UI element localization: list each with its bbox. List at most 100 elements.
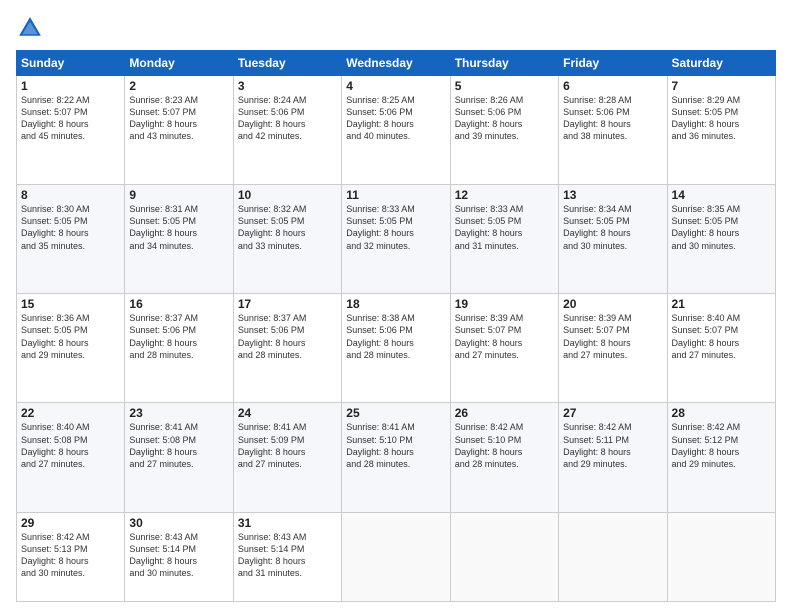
cell-details: Sunrise: 8:43 AMSunset: 5:14 PMDaylight:… xyxy=(129,531,228,580)
calendar-cell: 26Sunrise: 8:42 AMSunset: 5:10 PMDayligh… xyxy=(450,403,558,512)
day-number: 8 xyxy=(21,188,120,202)
calendar-cell: 22Sunrise: 8:40 AMSunset: 5:08 PMDayligh… xyxy=(17,403,125,512)
cell-details: Sunrise: 8:41 AMSunset: 5:09 PMDaylight:… xyxy=(238,421,337,470)
calendar-cell: 31Sunrise: 8:43 AMSunset: 5:14 PMDayligh… xyxy=(233,512,341,601)
col-header-saturday: Saturday xyxy=(667,51,775,76)
day-number: 26 xyxy=(455,406,554,420)
cell-details: Sunrise: 8:28 AMSunset: 5:06 PMDaylight:… xyxy=(563,94,662,143)
calendar-cell: 1Sunrise: 8:22 AMSunset: 5:07 PMDaylight… xyxy=(17,76,125,185)
day-number: 4 xyxy=(346,79,445,93)
cell-details: Sunrise: 8:23 AMSunset: 5:07 PMDaylight:… xyxy=(129,94,228,143)
calendar-table: SundayMondayTuesdayWednesdayThursdayFrid… xyxy=(16,50,776,602)
calendar-cell: 15Sunrise: 8:36 AMSunset: 5:05 PMDayligh… xyxy=(17,294,125,403)
cell-details: Sunrise: 8:40 AMSunset: 5:07 PMDaylight:… xyxy=(672,312,771,361)
calendar-cell: 27Sunrise: 8:42 AMSunset: 5:11 PMDayligh… xyxy=(559,403,667,512)
calendar-cell: 14Sunrise: 8:35 AMSunset: 5:05 PMDayligh… xyxy=(667,185,775,294)
day-number: 17 xyxy=(238,297,337,311)
cell-details: Sunrise: 8:32 AMSunset: 5:05 PMDaylight:… xyxy=(238,203,337,252)
day-number: 14 xyxy=(672,188,771,202)
cell-details: Sunrise: 8:38 AMSunset: 5:06 PMDaylight:… xyxy=(346,312,445,361)
day-number: 24 xyxy=(238,406,337,420)
day-number: 18 xyxy=(346,297,445,311)
cell-details: Sunrise: 8:36 AMSunset: 5:05 PMDaylight:… xyxy=(21,312,120,361)
cell-details: Sunrise: 8:25 AMSunset: 5:06 PMDaylight:… xyxy=(346,94,445,143)
calendar-cell: 18Sunrise: 8:38 AMSunset: 5:06 PMDayligh… xyxy=(342,294,450,403)
calendar-week-1: 1Sunrise: 8:22 AMSunset: 5:07 PMDaylight… xyxy=(17,76,776,185)
cell-details: Sunrise: 8:22 AMSunset: 5:07 PMDaylight:… xyxy=(21,94,120,143)
calendar-cell: 9Sunrise: 8:31 AMSunset: 5:05 PMDaylight… xyxy=(125,185,233,294)
calendar-cell: 24Sunrise: 8:41 AMSunset: 5:09 PMDayligh… xyxy=(233,403,341,512)
cell-details: Sunrise: 8:39 AMSunset: 5:07 PMDaylight:… xyxy=(563,312,662,361)
calendar-cell: 6Sunrise: 8:28 AMSunset: 5:06 PMDaylight… xyxy=(559,76,667,185)
calendar-cell: 7Sunrise: 8:29 AMSunset: 5:05 PMDaylight… xyxy=(667,76,775,185)
cell-details: Sunrise: 8:33 AMSunset: 5:05 PMDaylight:… xyxy=(455,203,554,252)
cell-details: Sunrise: 8:42 AMSunset: 5:12 PMDaylight:… xyxy=(672,421,771,470)
day-number: 29 xyxy=(21,516,120,530)
col-header-thursday: Thursday xyxy=(450,51,558,76)
cell-details: Sunrise: 8:42 AMSunset: 5:11 PMDaylight:… xyxy=(563,421,662,470)
day-number: 6 xyxy=(563,79,662,93)
calendar-cell: 21Sunrise: 8:40 AMSunset: 5:07 PMDayligh… xyxy=(667,294,775,403)
day-number: 21 xyxy=(672,297,771,311)
page: SundayMondayTuesdayWednesdayThursdayFrid… xyxy=(0,0,792,612)
calendar-cell: 10Sunrise: 8:32 AMSunset: 5:05 PMDayligh… xyxy=(233,185,341,294)
cell-details: Sunrise: 8:42 AMSunset: 5:10 PMDaylight:… xyxy=(455,421,554,470)
col-header-wednesday: Wednesday xyxy=(342,51,450,76)
calendar-cell: 12Sunrise: 8:33 AMSunset: 5:05 PMDayligh… xyxy=(450,185,558,294)
calendar-cell xyxy=(559,512,667,601)
calendar-cell xyxy=(667,512,775,601)
cell-details: Sunrise: 8:31 AMSunset: 5:05 PMDaylight:… xyxy=(129,203,228,252)
col-header-monday: Monday xyxy=(125,51,233,76)
header xyxy=(16,14,776,42)
day-number: 12 xyxy=(455,188,554,202)
calendar-cell: 8Sunrise: 8:30 AMSunset: 5:05 PMDaylight… xyxy=(17,185,125,294)
day-number: 9 xyxy=(129,188,228,202)
day-number: 15 xyxy=(21,297,120,311)
calendar-body: 1Sunrise: 8:22 AMSunset: 5:07 PMDaylight… xyxy=(17,76,776,602)
day-number: 7 xyxy=(672,79,771,93)
calendar-cell: 17Sunrise: 8:37 AMSunset: 5:06 PMDayligh… xyxy=(233,294,341,403)
cell-details: Sunrise: 8:26 AMSunset: 5:06 PMDaylight:… xyxy=(455,94,554,143)
cell-details: Sunrise: 8:34 AMSunset: 5:05 PMDaylight:… xyxy=(563,203,662,252)
calendar-cell xyxy=(450,512,558,601)
day-number: 22 xyxy=(21,406,120,420)
calendar-cell: 30Sunrise: 8:43 AMSunset: 5:14 PMDayligh… xyxy=(125,512,233,601)
day-number: 27 xyxy=(563,406,662,420)
day-number: 25 xyxy=(346,406,445,420)
calendar-week-5: 29Sunrise: 8:42 AMSunset: 5:13 PMDayligh… xyxy=(17,512,776,601)
cell-details: Sunrise: 8:35 AMSunset: 5:05 PMDaylight:… xyxy=(672,203,771,252)
calendar-week-2: 8Sunrise: 8:30 AMSunset: 5:05 PMDaylight… xyxy=(17,185,776,294)
day-number: 19 xyxy=(455,297,554,311)
day-number: 3 xyxy=(238,79,337,93)
calendar-header-row: SundayMondayTuesdayWednesdayThursdayFrid… xyxy=(17,51,776,76)
calendar-cell: 3Sunrise: 8:24 AMSunset: 5:06 PMDaylight… xyxy=(233,76,341,185)
calendar-cell: 2Sunrise: 8:23 AMSunset: 5:07 PMDaylight… xyxy=(125,76,233,185)
calendar-cell: 28Sunrise: 8:42 AMSunset: 5:12 PMDayligh… xyxy=(667,403,775,512)
cell-details: Sunrise: 8:41 AMSunset: 5:08 PMDaylight:… xyxy=(129,421,228,470)
day-number: 16 xyxy=(129,297,228,311)
day-number: 31 xyxy=(238,516,337,530)
calendar-cell: 11Sunrise: 8:33 AMSunset: 5:05 PMDayligh… xyxy=(342,185,450,294)
col-header-tuesday: Tuesday xyxy=(233,51,341,76)
calendar-week-4: 22Sunrise: 8:40 AMSunset: 5:08 PMDayligh… xyxy=(17,403,776,512)
cell-details: Sunrise: 8:41 AMSunset: 5:10 PMDaylight:… xyxy=(346,421,445,470)
cell-details: Sunrise: 8:42 AMSunset: 5:13 PMDaylight:… xyxy=(21,531,120,580)
cell-details: Sunrise: 8:40 AMSunset: 5:08 PMDaylight:… xyxy=(21,421,120,470)
day-number: 5 xyxy=(455,79,554,93)
day-number: 1 xyxy=(21,79,120,93)
calendar-cell xyxy=(342,512,450,601)
logo-icon xyxy=(16,14,44,42)
calendar-week-3: 15Sunrise: 8:36 AMSunset: 5:05 PMDayligh… xyxy=(17,294,776,403)
col-header-friday: Friday xyxy=(559,51,667,76)
logo xyxy=(16,14,48,42)
day-number: 13 xyxy=(563,188,662,202)
calendar-cell: 20Sunrise: 8:39 AMSunset: 5:07 PMDayligh… xyxy=(559,294,667,403)
cell-details: Sunrise: 8:37 AMSunset: 5:06 PMDaylight:… xyxy=(129,312,228,361)
calendar-cell: 23Sunrise: 8:41 AMSunset: 5:08 PMDayligh… xyxy=(125,403,233,512)
calendar-cell: 25Sunrise: 8:41 AMSunset: 5:10 PMDayligh… xyxy=(342,403,450,512)
cell-details: Sunrise: 8:39 AMSunset: 5:07 PMDaylight:… xyxy=(455,312,554,361)
calendar-cell: 19Sunrise: 8:39 AMSunset: 5:07 PMDayligh… xyxy=(450,294,558,403)
day-number: 11 xyxy=(346,188,445,202)
col-header-sunday: Sunday xyxy=(17,51,125,76)
cell-details: Sunrise: 8:29 AMSunset: 5:05 PMDaylight:… xyxy=(672,94,771,143)
